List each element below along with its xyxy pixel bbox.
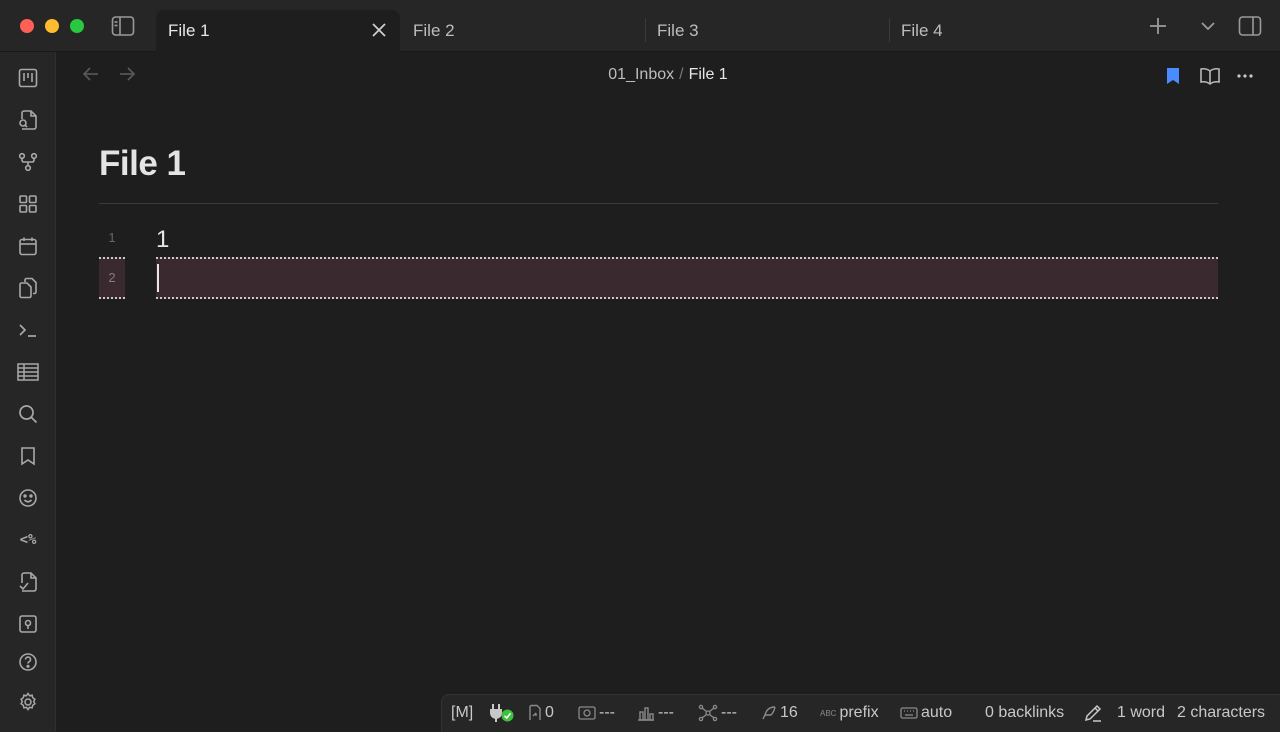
status-stat-1-text: --- [599, 704, 615, 721]
breadcrumb-separator: / [679, 66, 684, 83]
note-title[interactable]: File 1 [99, 144, 186, 184]
tab-label: File 2 [413, 21, 455, 40]
kanban-board-icon[interactable] [16, 66, 40, 90]
active-line-highlight[interactable] [156, 257, 1218, 299]
word-count-text: 1 word [1117, 704, 1166, 721]
title-bar: File 1 File 2 File 3 File 4 [0, 0, 1280, 52]
completion-mode-text: prefix [839, 704, 879, 721]
feather-icon [761, 705, 777, 721]
text-cursor [157, 264, 159, 292]
tab-file-3[interactable]: File 3 [645, 10, 889, 52]
sync-count[interactable]: 0 [528, 704, 554, 722]
vim-mode-text: [M] [451, 704, 474, 721]
minimize-window-button[interactable] [45, 19, 59, 33]
status-stat-3[interactable]: --- [698, 704, 737, 722]
toggle-left-sidebar-icon[interactable] [111, 15, 135, 37]
keyboard-mode-text: auto [921, 704, 953, 721]
terminal-icon[interactable] [16, 318, 40, 342]
network-graph-icon [698, 704, 718, 722]
status-stat-2[interactable]: --- [637, 704, 674, 722]
screen-icon [578, 706, 596, 720]
copy-files-icon[interactable] [16, 276, 40, 300]
status-stat-2-text: --- [658, 704, 674, 721]
templater-icon[interactable]: <% [14, 528, 42, 552]
tab-list-chevron-down-icon[interactable] [1199, 19, 1217, 33]
backlinks-text: 0 backlinks [985, 704, 1065, 721]
tab-file-4[interactable]: File 4 [889, 10, 1133, 52]
bar-chart-icon [637, 705, 655, 721]
breadcrumb: 01_Inbox / File 1 [56, 66, 1280, 84]
line-number: 2 [108, 270, 116, 285]
sync-count-text: 0 [545, 704, 554, 721]
backlinks-count[interactable]: 0 backlinks [985, 704, 1064, 722]
editor[interactable]: File 1 1 1 2 [56, 100, 1280, 694]
abc-badge: ABC [820, 708, 837, 718]
close-window-button[interactable] [20, 19, 34, 33]
check-circle-icon [501, 709, 514, 722]
view-header: 01_Inbox / File 1 [56, 52, 1280, 100]
tab-label: File 1 [168, 21, 210, 40]
git-fork-icon[interactable] [16, 150, 40, 174]
title-divider [99, 203, 1218, 204]
sync-status[interactable] [488, 703, 514, 723]
status-stat-3-text: --- [721, 704, 737, 721]
line-number: 1 [108, 230, 116, 245]
completion-mode[interactable]: ABC prefix [820, 704, 879, 722]
search-icon[interactable] [16, 402, 40, 426]
file-sync-icon [528, 704, 542, 722]
table-icon[interactable] [16, 360, 40, 384]
breadcrumb-folder[interactable]: 01_Inbox [608, 66, 674, 83]
file-search-icon[interactable] [16, 108, 40, 132]
more-options-icon[interactable] [1236, 73, 1254, 79]
bookmark-filled-icon[interactable] [1165, 67, 1181, 85]
help-icon[interactable] [16, 650, 40, 674]
bookmark-icon[interactable] [16, 444, 40, 468]
layout-grid-icon[interactable] [16, 192, 40, 216]
toggle-right-sidebar-icon[interactable] [1238, 15, 1262, 37]
settings-gear-icon[interactable] [16, 690, 40, 714]
tab-file-1[interactable]: File 1 [156, 10, 400, 52]
breadcrumb-file[interactable]: File 1 [689, 66, 728, 83]
character-count: 2 characters [1177, 704, 1265, 722]
close-icon[interactable] [370, 21, 388, 44]
new-tab-plus-icon[interactable] [1149, 17, 1167, 35]
edit-pencil-icon[interactable] [1083, 703, 1103, 723]
left-ribbon: <% [0, 52, 56, 732]
keyboard-icon [900, 706, 918, 720]
status-stat-1[interactable]: --- [578, 704, 615, 722]
reading-view-book-icon[interactable] [1199, 67, 1221, 85]
calendar-icon[interactable] [16, 234, 40, 258]
status-bar: [M] 0 --- --- --- 16 ABC prefix auto 0 b… [441, 694, 1280, 732]
smiley-icon[interactable] [16, 486, 40, 510]
map-pin-square-icon[interactable] [16, 612, 40, 636]
keyboard-mode[interactable]: auto [900, 704, 952, 722]
vim-mode-indicator[interactable]: [M] [451, 704, 473, 722]
file-check-icon[interactable] [16, 570, 40, 594]
tab-label: File 3 [657, 21, 699, 40]
tab-file-2[interactable]: File 2 [401, 10, 645, 52]
character-count-text: 2 characters [1177, 704, 1266, 721]
tab-label: File 4 [901, 21, 943, 40]
zoom-window-button[interactable] [70, 19, 84, 33]
editor-line[interactable]: 1 [156, 226, 169, 254]
status-count[interactable]: 16 [761, 704, 798, 722]
status-count-text: 16 [780, 704, 798, 721]
word-count: 1 word [1117, 704, 1165, 722]
